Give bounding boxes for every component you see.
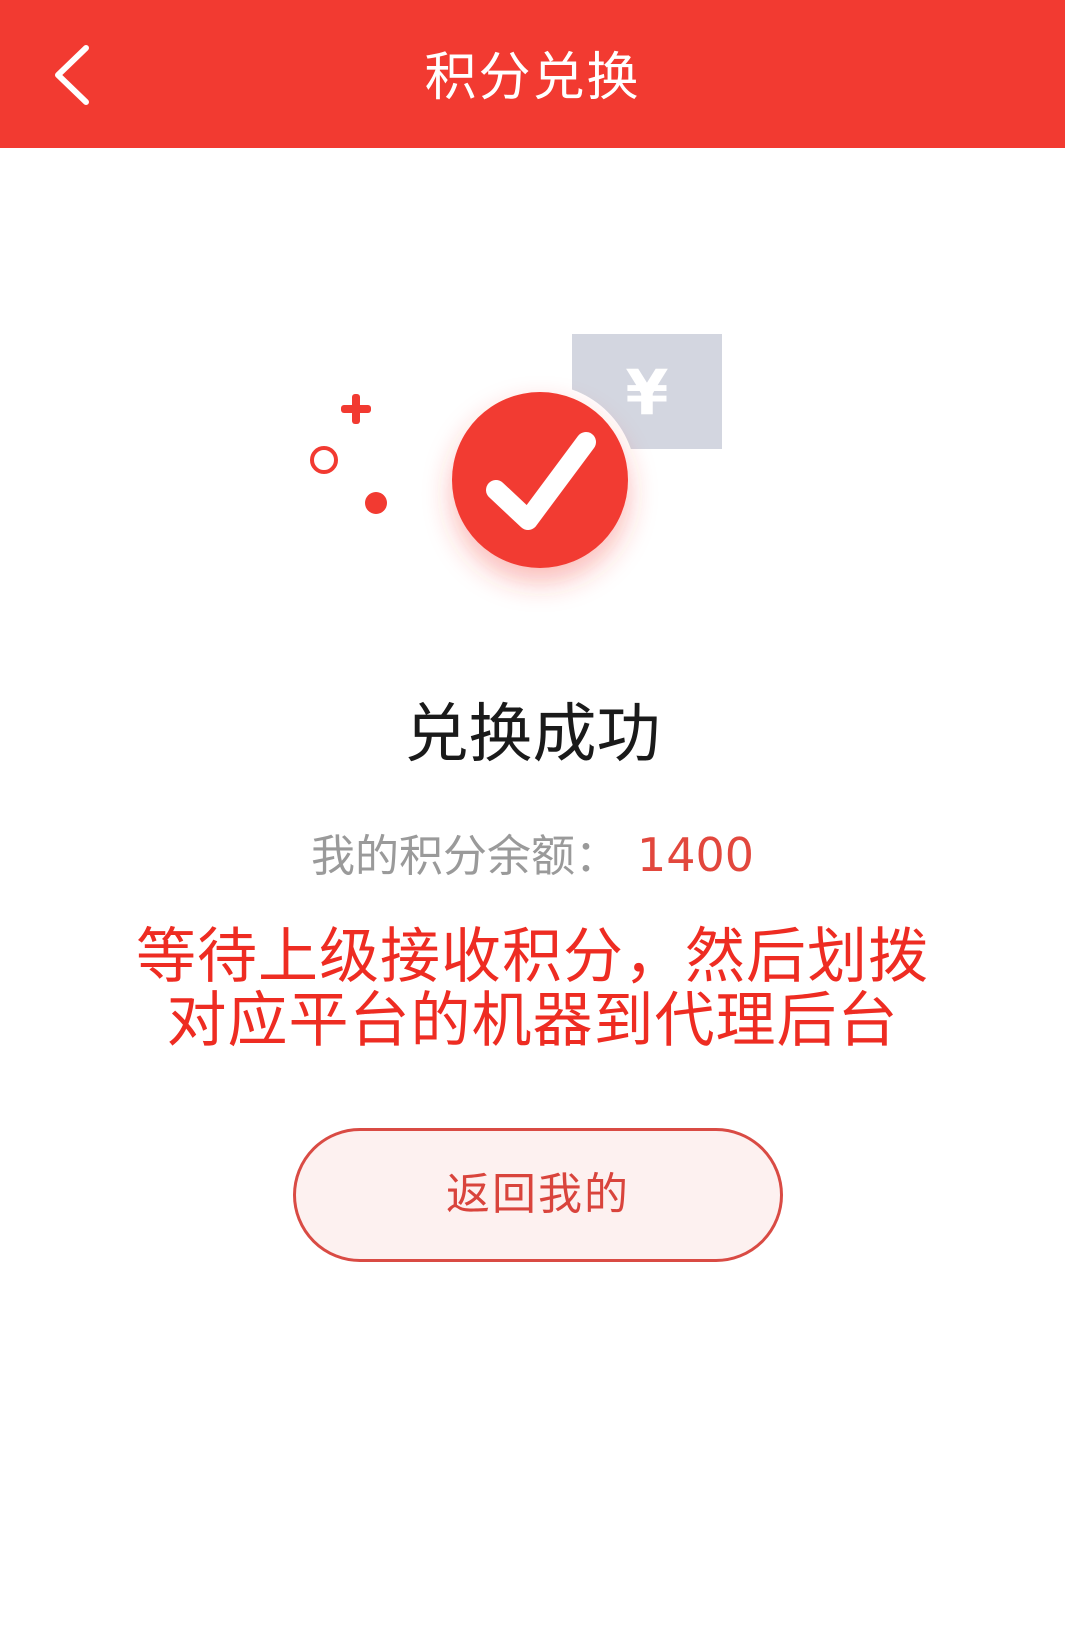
notice-line-2: 对应平台的机器到代理后台 — [166, 986, 899, 1056]
checkmark-badge-icon — [444, 384, 636, 576]
balance-value: 1400 — [636, 828, 755, 882]
result-title: 兑换成功 — [404, 698, 661, 772]
exchange-success-page: 积分兑换 ¥ 兑换成功 我的积分余额： 1400 等待上级接收积分，然后划拨 对… — [0, 0, 1065, 1638]
points-balance: 我的积分余额： 1400 — [0, 825, 1065, 887]
dot-icon — [365, 492, 387, 514]
notice-text: 等待上级接收积分，然后划拨 对应平台的机器到代理后台 — [100, 925, 965, 1053]
plus-icon — [341, 394, 371, 424]
page-title: 积分兑换 — [424, 48, 641, 108]
currency-symbol: ¥ — [625, 356, 668, 429]
return-mine-button[interactable]: 返回我的 — [293, 1128, 783, 1262]
notice-line-1: 等待上级接收积分，然后划拨 — [136, 922, 929, 992]
navbar: 积分兑换 — [0, 0, 1065, 148]
success-illustration: ¥ — [290, 320, 750, 620]
balance-label: 我的积分余额： — [310, 831, 619, 882]
ring-icon — [310, 446, 338, 474]
